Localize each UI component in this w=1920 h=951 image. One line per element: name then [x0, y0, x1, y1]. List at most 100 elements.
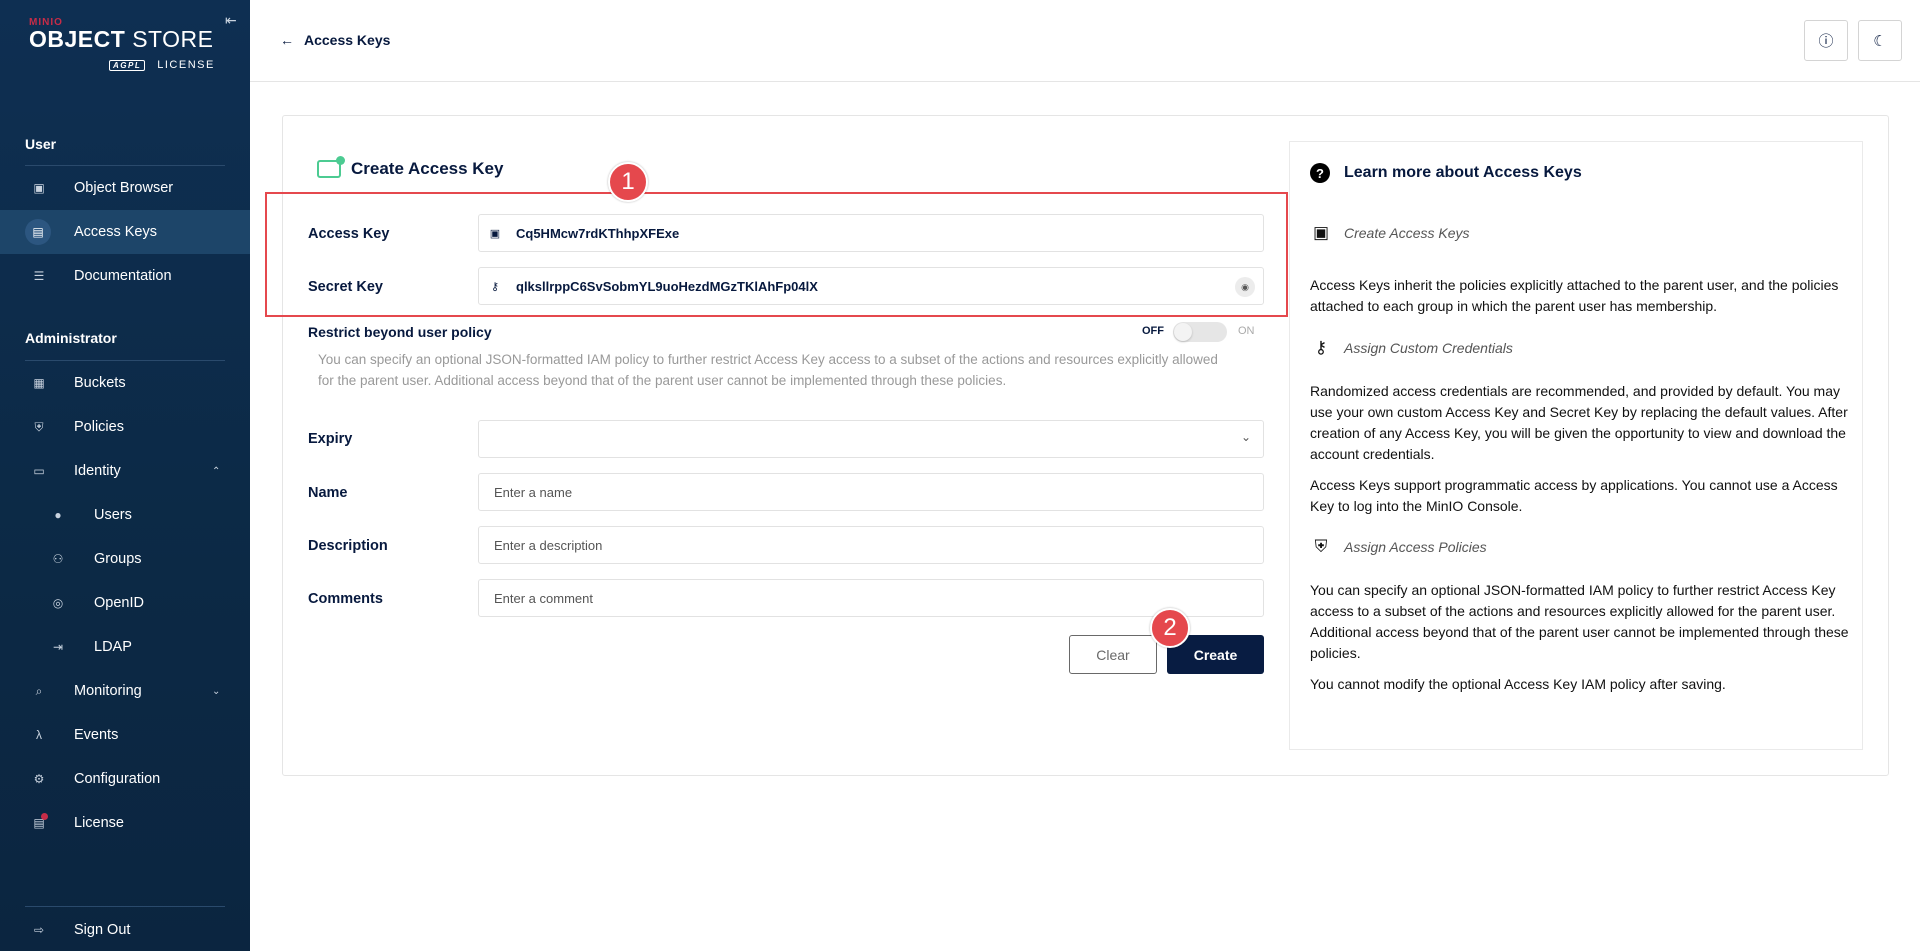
comments-label: Comments — [308, 591, 383, 607]
sidebar-item-sign-out[interactable]: ⇨ Sign Out — [0, 908, 250, 951]
chevron-down-icon: ⌄ — [1240, 430, 1251, 444]
help-paragraph: You can specify an optional JSON-formatt… — [1310, 582, 1849, 661]
minio-logo[interactable]: MINIO OBJECT STORE AGPL LICENSE — [29, 17, 214, 71]
help-heading-create: ▣ Create Access Keys — [1310, 223, 1470, 243]
annotation-badge: 1 — [608, 162, 648, 202]
help-paragraph: Access Keys support programmatic access … — [1310, 477, 1838, 514]
sidebar-item-label: Access Keys — [74, 224, 157, 240]
help-button[interactable]: ⓘ — [1804, 20, 1848, 61]
lambda-icon: λ — [36, 728, 42, 742]
comments-input[interactable]: Enter a comment — [478, 579, 1264, 617]
sidebar-item-label: Buckets — [74, 375, 126, 391]
moon-icon: ☾ — [1873, 32, 1887, 50]
sidebar-item-label: LDAP — [94, 639, 132, 655]
sidebar-item-events[interactable]: λ Events — [0, 713, 250, 757]
arrow-left-icon: ← — [280, 32, 294, 48]
question-icon: ⓘ — [1818, 33, 1834, 50]
logo-product-light: STORE — [132, 26, 214, 52]
question-circle-icon: ? — [1310, 163, 1330, 183]
back-link[interactable]: ← Access Keys — [280, 32, 390, 48]
openid-icon: ◎ — [52, 596, 64, 610]
restrict-policy-label: Restrict beyond user policy — [308, 324, 492, 340]
name-label: Name — [308, 485, 348, 501]
documentation-icon: ☰ — [33, 269, 45, 283]
section-title-user: User — [25, 136, 57, 152]
policies-icon: ⛨ — [34, 419, 44, 434]
restrict-policy-toggle[interactable] — [1173, 322, 1227, 342]
sidebar-item-identity[interactable]: ▭ Identity ⌃ — [0, 449, 250, 493]
sidebar-item-label: Groups — [94, 551, 142, 567]
sidebar-item-license[interactable]: ▤ License — [0, 801, 250, 845]
form-title: Create Access Key — [317, 156, 504, 179]
sidebar-item-ldap[interactable]: ⇥ LDAP — [0, 625, 250, 669]
sidebar-item-users[interactable]: ● Users — [0, 493, 250, 537]
sidebar-item-label: Object Browser — [74, 180, 174, 196]
shield-icon: ⛨ — [1314, 537, 1328, 556]
sidebar-item-openid[interactable]: ◎ OpenID — [0, 581, 250, 625]
identity-icon: ▭ — [33, 464, 45, 478]
logo-license: LICENSE — [157, 59, 215, 71]
toggle-off-label: OFF — [1142, 325, 1164, 337]
description-input[interactable]: Enter a description — [478, 526, 1264, 564]
help-heading-text: Assign Access Policies — [1344, 539, 1487, 555]
help-title-text: Learn more about Access Keys — [1344, 164, 1582, 181]
groups-icon: ⚇ — [52, 552, 64, 566]
object-browser-icon: ▣ — [33, 181, 45, 195]
sidebar-item-label: Events — [74, 727, 119, 743]
sign-out-icon: ⇨ — [33, 923, 45, 937]
sidebar-item-label: Sign Out — [74, 922, 131, 938]
sidebar-item-monitoring[interactable]: ⌕ Monitoring ⌄ — [0, 669, 250, 713]
notification-dot — [41, 813, 48, 820]
help-heading-credentials: ⚷ Assign Custom Credentials — [1310, 338, 1513, 358]
description-label: Description — [308, 538, 388, 554]
sidebar-item-label: Users — [94, 507, 132, 523]
monitoring-icon: ⌕ — [35, 683, 43, 698]
agpl-badge: AGPL — [109, 60, 146, 71]
sidebar-item-label: License — [74, 815, 124, 831]
chevron-up-icon: ⌃ — [212, 465, 221, 477]
ldap-icon: ⇥ — [52, 640, 64, 654]
comments-placeholder: Enter a comment — [494, 590, 593, 606]
help-paragraph: Randomized access credentials are recomm… — [1310, 383, 1848, 462]
help-heading-text: Create Access Keys — [1344, 225, 1470, 241]
clear-button[interactable]: Clear — [1069, 635, 1157, 674]
divider — [25, 906, 225, 907]
help-title: ? Learn more about Access Keys — [1310, 163, 1582, 183]
dark-mode-button[interactable]: ☾ — [1858, 20, 1902, 61]
sidebar-item-buckets[interactable]: ▦ Buckets — [0, 361, 250, 405]
sidebar-item-configuration[interactable]: ⚙ Configuration — [0, 757, 250, 801]
restrict-policy-description: You can specify an optional JSON-formatt… — [318, 352, 1218, 388]
collapse-sidebar-icon[interactable]: ⇤ — [225, 12, 237, 29]
toggle-on-label: ON — [1238, 325, 1255, 337]
sidebar-item-access-keys[interactable]: ▤ Access Keys — [0, 210, 250, 254]
sidebar-item-object-browser[interactable]: ▣ Object Browser — [0, 166, 250, 210]
sidebar-item-label: Monitoring — [74, 683, 142, 699]
expiry-label: Expiry — [308, 431, 353, 447]
help-paragraph: You cannot modify the optional Access Ke… — [1310, 676, 1726, 692]
sidebar-item-label: Identity — [74, 463, 121, 479]
annotation-highlight-box — [265, 192, 1288, 317]
sidebar-item-policies[interactable]: ⛨ Policies — [0, 405, 250, 449]
form-title-text: Create Access Key — [351, 159, 504, 178]
section-title-administrator: Administrator — [25, 330, 117, 346]
description-placeholder: Enter a description — [494, 537, 603, 553]
page-title: Access Keys — [304, 32, 391, 48]
help-heading-text: Assign Custom Credentials — [1344, 340, 1513, 356]
name-placeholder: Enter a name — [494, 484, 573, 500]
help-paragraph: Access Keys inherit the policies explici… — [1310, 277, 1839, 314]
gear-icon: ⚙ — [33, 772, 45, 786]
user-icon: ● — [54, 508, 62, 522]
access-key-card-icon — [317, 156, 345, 178]
sidebar-item-label: OpenID — [94, 595, 144, 611]
sidebar-item-label: Configuration — [74, 771, 161, 787]
top-bar: ← Access Keys ⓘ ☾ — [250, 0, 1920, 82]
sidebar-item-groups[interactable]: ⚇ Groups — [0, 537, 250, 581]
sidebar-item-documentation[interactable]: ☰ Documentation — [0, 254, 250, 298]
name-input[interactable]: Enter a name — [478, 473, 1264, 511]
chevron-down-icon: ⌄ — [212, 685, 221, 697]
id-card-icon: ▣ — [1312, 223, 1330, 242]
access-keys-icon: ▤ — [25, 219, 51, 245]
expiry-select[interactable]: ⌄ — [478, 420, 1264, 458]
sidebar-item-label: Policies — [74, 419, 124, 435]
annotation-badge: 2 — [1150, 608, 1190, 648]
